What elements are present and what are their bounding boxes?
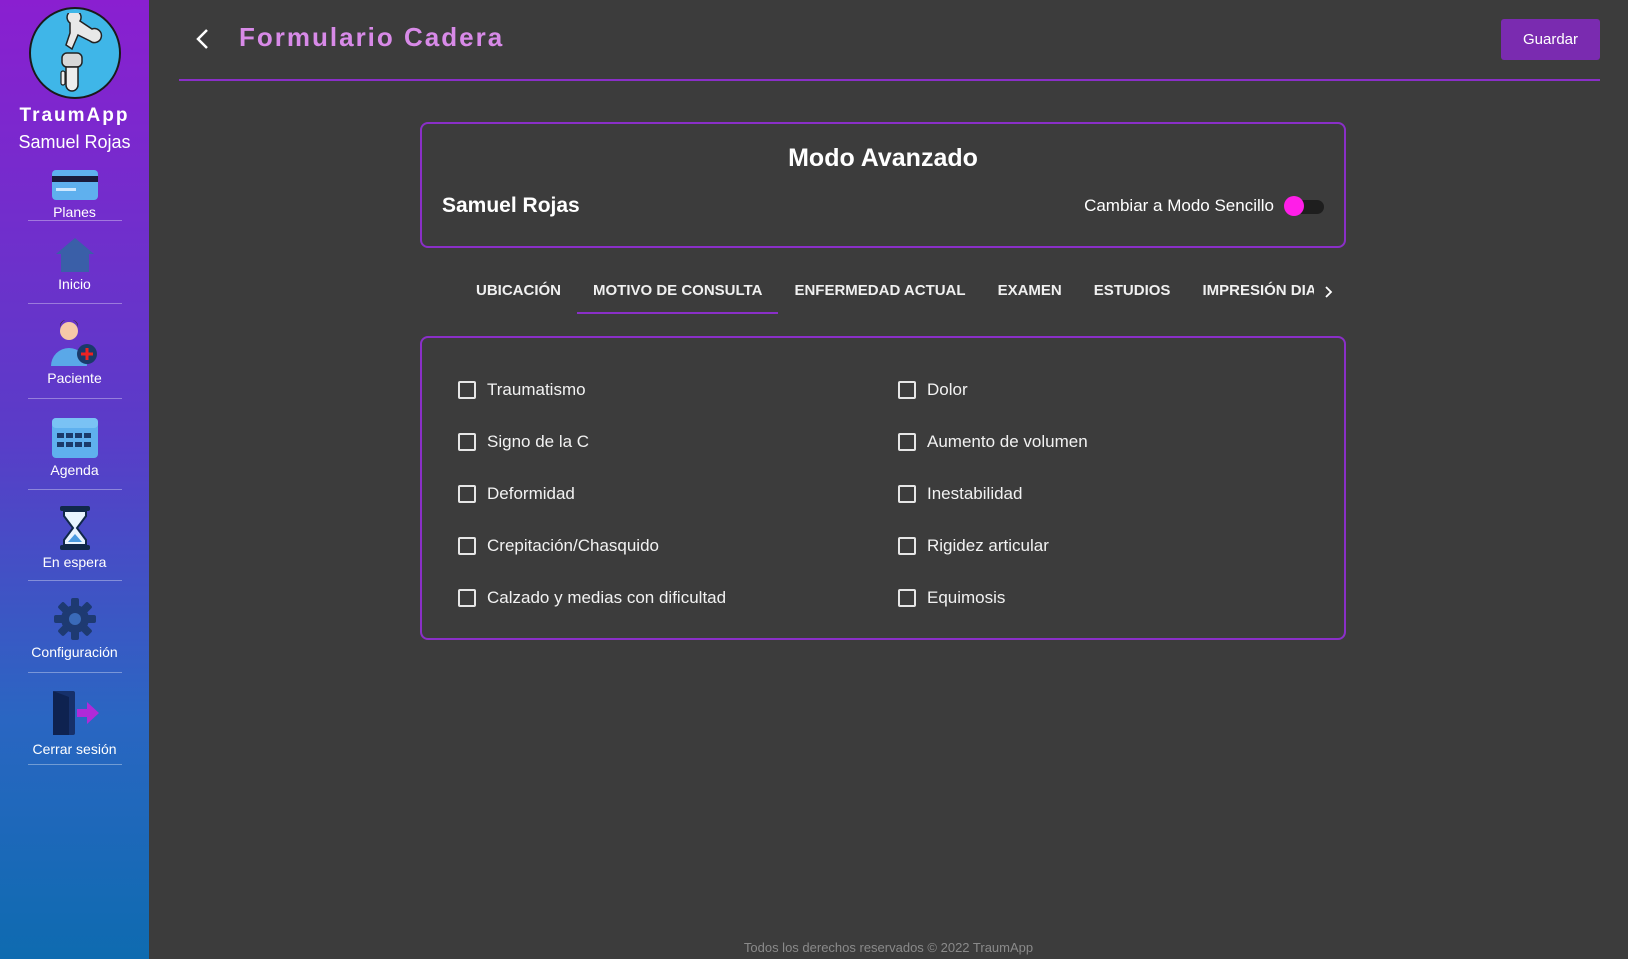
bone-joint-icon [59,13,102,92]
add-patient-icon [50,320,99,366]
checkbox-deformidad[interactable]: Deformidad [458,468,898,520]
sidebar-item-label: Planes [53,204,96,220]
chevron-right-icon [1325,286,1333,298]
sidebar-item-planes[interactable]: Planes [27,163,122,221]
page-title: Formulario Cadera [239,22,505,52]
tab-impresion-diagnostica[interactable]: IMPRESIÓN DIAGNÓSTICA [1186,270,1314,314]
checkbox-label: Aumento de volumen [927,432,1088,451]
patient-name: Samuel Rojas [442,194,580,217]
checkbox-equimosis[interactable]: Equimosis [898,572,1328,624]
sidebar-item-label: Agenda [50,462,99,478]
tab-estudios[interactable]: ESTUDIOS [1078,270,1187,314]
checkbox-box[interactable] [458,589,476,607]
toggle-label: Cambiar a Modo Sencillo [1084,196,1274,215]
checkbox-label: Equimosis [927,588,1006,607]
sidebar: TraumApp Samuel Rojas Planes Inicio Paci… [0,0,149,959]
checkbox-label: Crepitación/Chasquido [487,536,659,555]
checkbox-box[interactable] [458,485,476,503]
brand-name: TraumApp [19,105,130,126]
checkbox-box[interactable] [898,433,916,451]
sidebar-item-paciente[interactable]: Paciente [27,304,122,399]
sidebar-item-label: Cerrar sesión [32,741,117,757]
sidebar-item-en-espera[interactable]: En espera [27,490,122,581]
checkbox-box[interactable] [898,381,916,399]
sidebar-item-label: Paciente [47,370,102,386]
checkbox-label: Inestabilidad [927,484,1023,503]
calendar-icon [51,418,98,458]
mode-card: Modo Avanzado Samuel Rojas Cambiar a Mod… [420,122,1346,248]
checkbox-box[interactable] [898,537,916,555]
save-button[interactable]: Guardar [1501,19,1600,60]
page-header: Formulario Cadera Guardar [179,0,1600,81]
checkbox-label: Rigidez articular [927,536,1049,555]
checkbox-label: Calzado y medias con dificultad [487,588,727,607]
sidebar-item-label: Configuración [31,644,118,660]
checkbox-rigidez-articular[interactable]: Rigidez articular [898,520,1328,572]
checkbox-inestabilidad[interactable]: Inestabilidad [898,468,1328,520]
checkbox-aumento-de-volumen[interactable]: Aumento de volumen [898,416,1328,468]
checkbox-traumatismo[interactable]: Traumatismo [458,364,898,416]
gear-icon [53,598,96,640]
logout-door-icon [51,689,99,737]
tab-enfermedad-actual[interactable]: ENFERMEDAD ACTUAL [778,270,981,314]
mode-title: Modo Avanzado [788,144,978,172]
tab-motivo-de-consulta[interactable]: MOTIVO DE CONSULTA [577,270,779,314]
consultation-reason-card: Traumatismo Dolor Signo de la C Aumento … [420,336,1346,640]
tab-ubicacion[interactable]: UBICACIÓN [460,270,577,314]
tabs-scroll-right-button[interactable] [1314,270,1344,314]
back-button[interactable] [187,24,217,54]
checkbox-crepitacion-chasquido[interactable]: Crepitación/Chasquido [458,520,898,572]
app-logo [28,7,121,99]
home-icon [55,238,94,272]
checkbox-label: Traumatismo [487,380,586,399]
checkbox-label: Deformidad [487,484,575,503]
checkbox-box[interactable] [458,381,476,399]
chevron-left-icon [196,29,208,49]
checkbox-box[interactable] [458,537,476,555]
mode-toggle-switch[interactable] [1284,196,1324,216]
sidebar-user-name: Samuel Rojas [18,132,131,152]
sidebar-item-configuracion[interactable]: Configuración [27,581,122,673]
sidebar-item-inicio[interactable]: Inicio [27,221,122,304]
tab-bar: UBICACIÓN MOTIVO DE CONSULTA ENFERMEDAD … [460,270,1346,314]
sidebar-nav: Planes Inicio Paciente Agenda En espera [0,163,149,765]
checkbox-dolor[interactable]: Dolor [898,364,1328,416]
sidebar-item-agenda[interactable]: Agenda [27,399,122,490]
checklist-grid: Traumatismo Dolor Signo de la C Aumento … [458,364,1328,624]
hourglass-icon [59,506,90,550]
checkbox-box[interactable] [458,433,476,451]
footer-copyright: Todos los derechos reservados © 2022 Tra… [743,940,1034,955]
checkbox-label: Dolor [927,380,968,399]
mode-toggle-group: Cambiar a Modo Sencillo [1084,196,1324,216]
sidebar-item-label: Inicio [58,276,91,292]
checkbox-calzado-y-medias[interactable]: Calzado y medias con dificultad [458,572,898,624]
credit-card-icon [51,170,98,200]
checkbox-box[interactable] [898,485,916,503]
toggle-thumb [1284,196,1304,216]
sidebar-item-label: En espera [42,554,107,570]
tab-examen[interactable]: EXAMEN [982,270,1078,314]
checkbox-signo-de-la-c[interactable]: Signo de la C [458,416,898,468]
checkbox-label: Signo de la C [487,432,590,451]
checkbox-box[interactable] [898,589,916,607]
sidebar-item-cerrar-sesion[interactable]: Cerrar sesión [27,673,122,765]
